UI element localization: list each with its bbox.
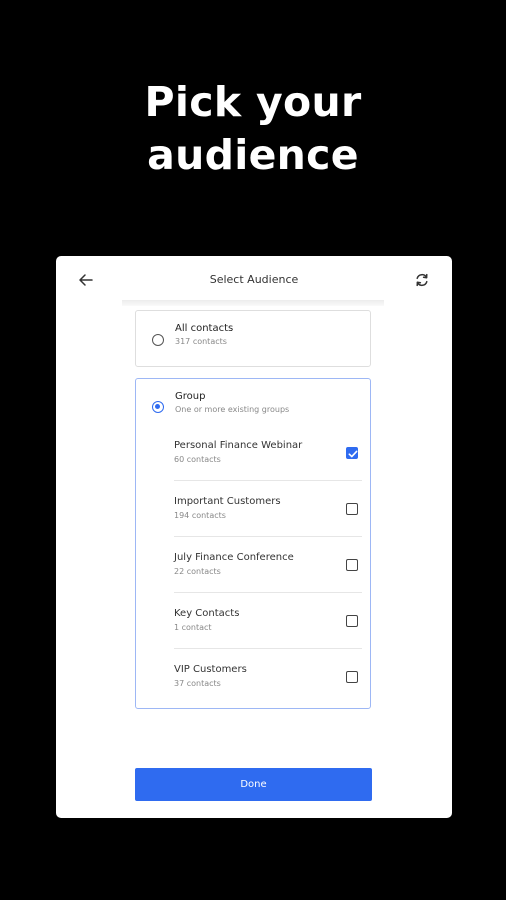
checkbox[interactable]: [346, 671, 358, 683]
group-item-personal-finance-webinar[interactable]: Personal Finance Webinar 60 contacts: [174, 425, 362, 481]
group-item-count: 22 contacts: [174, 567, 221, 576]
checkbox[interactable]: [346, 559, 358, 571]
group-item-count: 37 contacts: [174, 679, 221, 688]
group-radio[interactable]: [152, 401, 164, 413]
group-item-important-customers[interactable]: Important Customers 194 contacts: [174, 481, 362, 537]
group-item-july-finance-conference[interactable]: July Finance Conference 22 contacts: [174, 537, 362, 593]
group-item-key-contacts[interactable]: Key Contacts 1 contact: [174, 593, 362, 649]
select-audience-card: Select Audience All contacts 317 contact…: [56, 256, 452, 818]
all-contacts-option[interactable]: All contacts 317 contacts: [135, 310, 371, 367]
header-divider: [122, 300, 384, 306]
group-item-label: Important Customers: [174, 496, 281, 507]
group-item-count: 194 contacts: [174, 511, 226, 520]
checkbox[interactable]: [346, 503, 358, 515]
group-label: Group: [175, 391, 206, 402]
screen-title: Select Audience: [209, 273, 299, 286]
group-item-label: Key Contacts: [174, 608, 240, 619]
headline: Pick your audience: [0, 76, 506, 182]
done-button[interactable]: Done: [135, 768, 372, 801]
group-item-label: VIP Customers: [174, 664, 247, 675]
group-item-label: July Finance Conference: [174, 552, 294, 563]
group-description: One or more existing groups: [175, 405, 290, 414]
group-option[interactable]: Group One or more existing groups Person…: [135, 378, 371, 709]
headline-line-2: audience: [147, 131, 359, 179]
checkbox-checked[interactable]: [346, 447, 358, 459]
top-bar: Select Audience: [56, 256, 452, 302]
checkmark-icon: [348, 450, 358, 458]
refresh-icon[interactable]: [412, 270, 432, 290]
all-contacts-label: All contacts: [175, 323, 234, 334]
group-item-count: 60 contacts: [174, 455, 221, 464]
all-contacts-count: 317 contacts: [175, 337, 227, 346]
all-contacts-radio[interactable]: [152, 334, 164, 346]
headline-line-1: Pick your: [144, 78, 362, 126]
group-item-label: Personal Finance Webinar: [174, 440, 303, 451]
group-item-vip-customers[interactable]: VIP Customers 37 contacts: [174, 649, 362, 705]
group-item-count: 1 contact: [174, 623, 212, 632]
checkbox[interactable]: [346, 615, 358, 627]
